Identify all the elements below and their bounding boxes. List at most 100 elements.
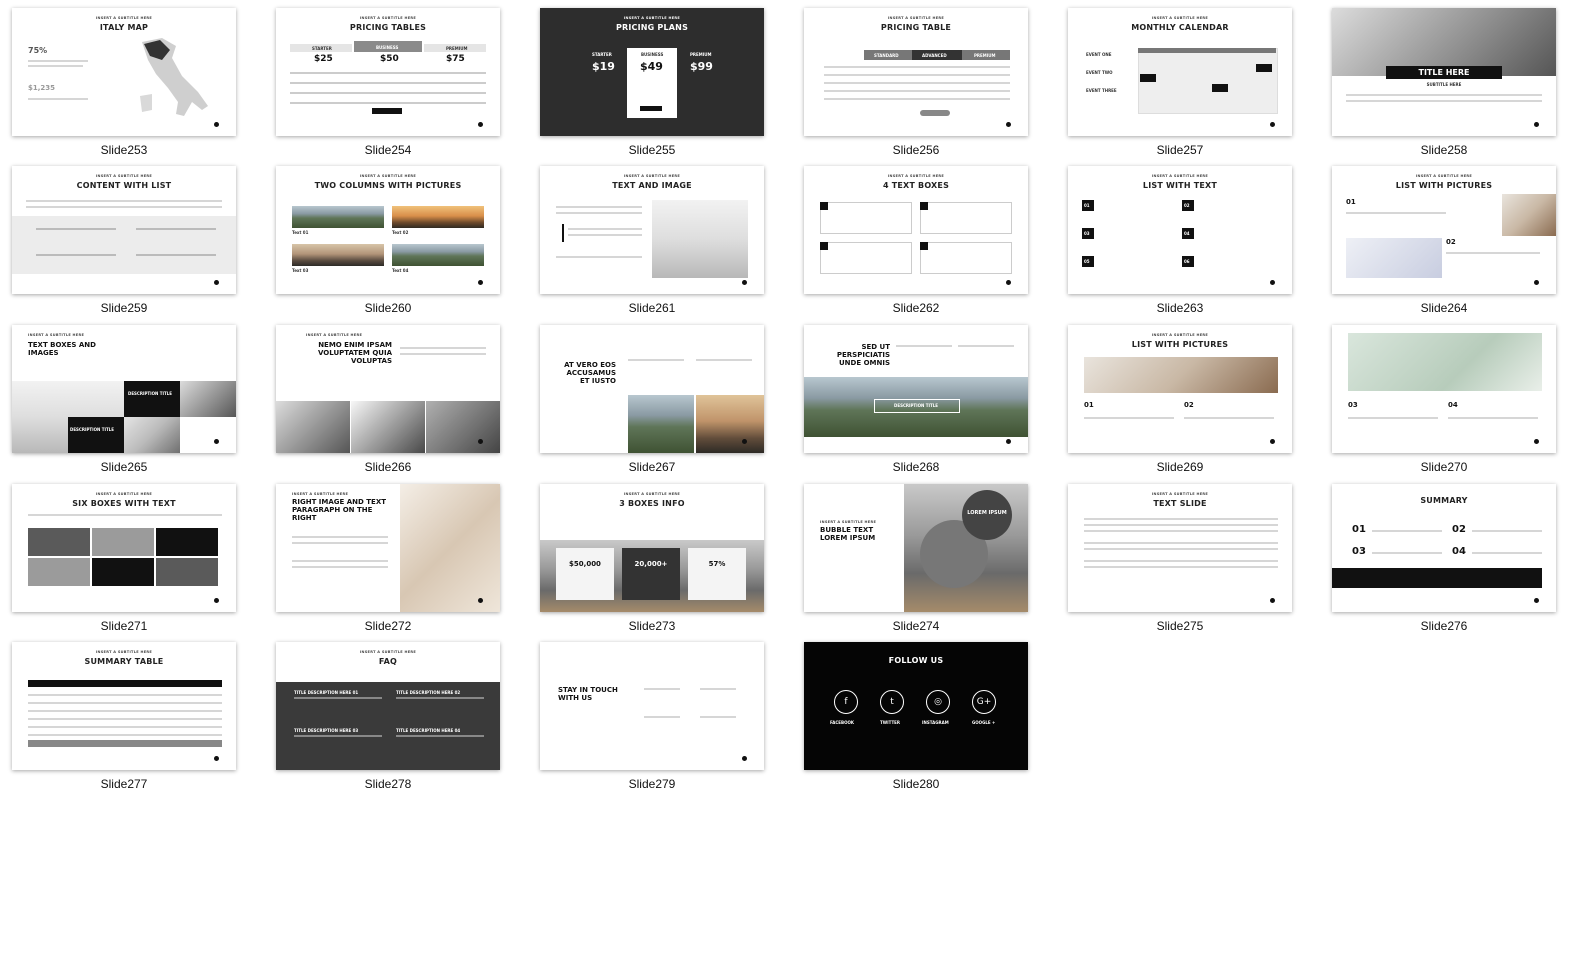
slide-label: Slide259 <box>100 301 148 315</box>
slide-thumbnail[interactable]: INSERT A SUBTITLE HERE PRICING PLANS STA… <box>540 8 764 136</box>
slide-title: SED UT PERSPICIATIS UNDE OMNIS <box>836 343 890 367</box>
slide-subtitle: INSERT A SUBTITLE HERE <box>95 16 153 20</box>
slide-thumbnail[interactable]: INSERT A SUBTITLE HERE SIX BOXES WITH TE… <box>12 484 236 612</box>
slide-item[interactable]: SED UT PERSPICIATIS UNDE OMNIS DESCRIPTI… <box>792 317 1058 477</box>
slide-thumbnail[interactable]: INSERT A SUBTITLE HERE SUMMARY TABLE <box>12 642 236 770</box>
slide-item[interactable]: INSERT A SUBTITLE HERE 4 TEXT BOXES Slid… <box>792 158 1058 318</box>
slide-thumbnail[interactable]: INSERT A SUBTITLE HERE NEMO ENIM IPSAM V… <box>276 325 500 453</box>
slide-title: LIST WITH PICTURES <box>1395 181 1493 190</box>
slide-item[interactable]: SUMMARY 01 02 03 04 Slide276 <box>1320 476 1586 636</box>
slide-label: Slide260 <box>364 301 412 315</box>
slide-thumbnail[interactable]: INSERT A SUBTITLE HERE ITALY MAP 75% $1,… <box>12 8 236 136</box>
slide-thumbnail[interactable]: INSERT A SUBTITLE HERE RIGHT IMAGE AND T… <box>276 484 500 612</box>
slide-item[interactable]: AT VERO EOS ACCUSAMUS ET IUSTO Slide267 <box>528 317 794 477</box>
slide-label: Slide271 <box>100 619 148 633</box>
google-plus-icon[interactable]: G+ <box>972 690 996 714</box>
slide-item[interactable]: INSERT A SUBTITLE HERE NEMO ENIM IPSAM V… <box>264 317 530 477</box>
slide-item[interactable]: INSERT A SUBTITLE HERE PRICING PLANS STA… <box>528 0 794 160</box>
slide-title: AT VERO EOS ACCUSAMUS ET IUSTO <box>564 361 616 385</box>
slide-item[interactable]: INSERT A SUBTITLE HERE 3 BOXES INFO $50,… <box>528 476 794 636</box>
slide-item[interactable]: INSERT A SUBTITLE HERE LIST WITH PICTURE… <box>1320 158 1586 318</box>
slide-item[interactable]: INSERT A SUBTITLE HERE TEXT AND IMAGE Sl… <box>528 158 794 318</box>
slide-thumbnail[interactable]: SED UT PERSPICIATIS UNDE OMNIS DESCRIPTI… <box>804 325 1028 453</box>
slide-title: STAY IN TOUCH WITH US <box>558 686 618 702</box>
slide-title: SUMMARY TABLE <box>84 657 164 666</box>
slide-label: Slide263 <box>1156 301 1204 315</box>
slide-title: 4 TEXT BOXES <box>882 181 950 190</box>
slide-thumbnail[interactable]: 03 04 <box>1332 325 1556 453</box>
slide-title: CONTENT WITH LIST <box>76 181 172 190</box>
slide-thumbnail[interactable]: INSERT A SUBTITLE HERE 4 TEXT BOXES <box>804 166 1028 294</box>
slide-title: BUBBLE TEXT LOREM IPSUM <box>820 526 876 542</box>
slide-item[interactable]: TITLE HERE SUBTITLE HERE Slide258 <box>1320 0 1586 160</box>
slide-label: Slide268 <box>892 460 940 474</box>
slide-thumbnail[interactable]: AT VERO EOS ACCUSAMUS ET IUSTO <box>540 325 764 453</box>
slide-title: PRICING TABLES <box>349 23 427 32</box>
slide-item[interactable]: STAY IN TOUCH WITH US Slide279 <box>528 634 794 794</box>
slide-item[interactable]: FOLLOW US f t ◎ G+ FACEBOOK TWITTER INST… <box>792 634 1058 794</box>
slide-title: FOLLOW US <box>888 656 944 665</box>
slide-title: TEXT SLIDE <box>1153 499 1207 508</box>
slide-item[interactable]: INSERT A SUBTITLE HERE TEXT BOXES AND IM… <box>0 317 266 477</box>
slide-thumbnail[interactable]: INSERT A SUBTITLE HERE TEXT SLIDE <box>1068 484 1292 612</box>
page-dot <box>214 122 219 127</box>
slide-label: Slide269 <box>1156 460 1204 474</box>
slide-item[interactable]: INSERT A SUBTITLE HERE LIST WITH PICTURE… <box>1056 317 1322 477</box>
slide-item[interactable]: INSERT A SUBTITLE HERE PRICING TABLES ST… <box>264 0 530 160</box>
slide-item[interactable]: INSERT A SUBTITLE HERE RIGHT IMAGE AND T… <box>264 476 530 636</box>
twitter-icon[interactable]: t <box>880 690 904 714</box>
slide-item[interactable]: INSERT A SUBTITLE HERE TEXT SLIDE Slide2… <box>1056 476 1322 636</box>
slide-title: ITALY MAP <box>99 23 149 32</box>
slide-item[interactable]: INSERT A SUBTITLE HERE TWO COLUMNS WITH … <box>264 158 530 318</box>
slide-thumbnail[interactable]: INSERT A SUBTITLE HERE BUBBLE TEXT LOREM… <box>804 484 1028 612</box>
slide-label: Slide266 <box>364 460 412 474</box>
slide-thumbnail[interactable]: SUMMARY 01 02 03 04 <box>1332 484 1556 612</box>
slide-title: MONTHLY CALENDAR <box>1131 23 1229 32</box>
slide-thumbnail[interactable]: INSERT A SUBTITLE HERE PRICING TABLES ST… <box>276 8 500 136</box>
slide-title: PRICING PLANS <box>615 23 689 32</box>
slide-label: Slide278 <box>364 777 412 791</box>
slide-thumbnail[interactable]: INSERT A SUBTITLE HERE LIST WITH PICTURE… <box>1068 325 1292 453</box>
slide-item[interactable]: 03 04 Slide270 <box>1320 317 1586 477</box>
slide-thumbnail[interactable]: STAY IN TOUCH WITH US <box>540 642 764 770</box>
slide-item[interactable]: INSERT A SUBTITLE HERE CONTENT WITH LIST… <box>0 158 266 318</box>
slide-thumbnail[interactable]: INSERT A SUBTITLE HERE MONTHLY CALENDAR … <box>1068 8 1292 136</box>
slide-thumbnail[interactable]: INSERT A SUBTITLE HERE LIST WITH PICTURE… <box>1332 166 1556 294</box>
slide-item[interactable]: INSERT A SUBTITLE HERE BUBBLE TEXT LOREM… <box>792 476 1058 636</box>
slide-thumbnail[interactable]: INSERT A SUBTITLE HERE TEXT AND IMAGE <box>540 166 764 294</box>
slide-title: FAQ <box>378 657 398 666</box>
slide-item[interactable]: INSERT A SUBTITLE HERE SIX BOXES WITH TE… <box>0 476 266 636</box>
stat-value: $1,235 <box>28 84 56 92</box>
slide-title: LIST WITH PICTURES <box>1131 340 1229 349</box>
slide-title: TEXT BOXES AND IMAGES <box>28 341 96 357</box>
slide-label: Slide275 <box>1156 619 1204 633</box>
slide-thumbnail[interactable]: INSERT A SUBTITLE HERE TEXT BOXES AND IM… <box>12 325 236 453</box>
slide-thumbnail[interactable]: INSERT A SUBTITLE HERE LIST WITH TEXT 01… <box>1068 166 1292 294</box>
slide-label: Slide276 <box>1420 619 1468 633</box>
slide-item[interactable]: INSERT A SUBTITLE HERE FAQ TITLE DESCRIP… <box>264 634 530 794</box>
slide-thumbnail[interactable]: FOLLOW US f t ◎ G+ FACEBOOK TWITTER INST… <box>804 642 1028 770</box>
instagram-icon[interactable]: ◎ <box>926 690 950 714</box>
slide-item[interactable]: INSERT A SUBTITLE HERE ITALY MAP 75% $1,… <box>0 0 266 160</box>
facebook-icon[interactable]: f <box>834 690 858 714</box>
slide-thumbnail[interactable]: TITLE HERE SUBTITLE HERE <box>1332 8 1556 136</box>
slide-thumbnail[interactable]: INSERT A SUBTITLE HERE 3 BOXES INFO $50,… <box>540 484 764 612</box>
slide-label: Slide257 <box>1156 143 1204 157</box>
slide-subtitle: INSERT A SUBTITLE HERE <box>359 16 417 20</box>
slide-label: Slide258 <box>1420 143 1468 157</box>
slide-thumbnail[interactable]: INSERT A SUBTITLE HERE FAQ TITLE DESCRIP… <box>276 642 500 770</box>
slide-label: Slide261 <box>628 301 676 315</box>
slide-label: Slide274 <box>892 619 940 633</box>
slide-label: Slide264 <box>1420 301 1468 315</box>
slide-item[interactable]: INSERT A SUBTITLE HERE LIST WITH TEXT 01… <box>1056 158 1322 318</box>
slide-label: Slide262 <box>892 301 940 315</box>
slide-thumbnail[interactable]: INSERT A SUBTITLE HERE TWO COLUMNS WITH … <box>276 166 500 294</box>
slide-thumbnail[interactable]: INSERT A SUBTITLE HERE PRICING TABLE STA… <box>804 8 1028 136</box>
stat-value: 75% <box>28 46 48 55</box>
slide-item[interactable]: INSERT A SUBTITLE HERE PRICING TABLE STA… <box>792 0 1058 160</box>
slide-item[interactable]: INSERT A SUBTITLE HERE MONTHLY CALENDAR … <box>1056 0 1322 160</box>
slide-label: Slide277 <box>100 777 148 791</box>
slide-label: Slide270 <box>1420 460 1468 474</box>
slide-thumbnail[interactable]: INSERT A SUBTITLE HERE CONTENT WITH LIST <box>12 166 236 294</box>
slide-item[interactable]: INSERT A SUBTITLE HERE SUMMARY TABLE Sli… <box>0 634 266 794</box>
